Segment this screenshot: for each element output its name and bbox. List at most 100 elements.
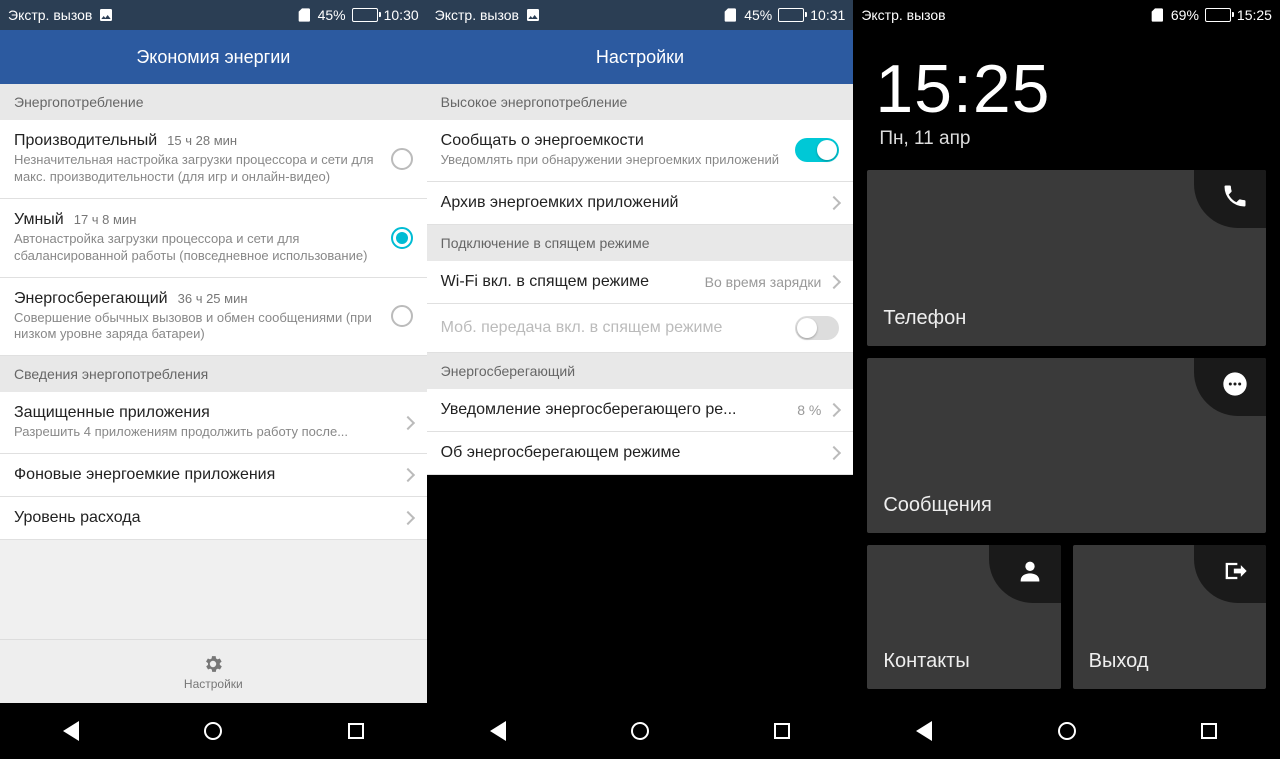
sim-icon [1149,7,1165,23]
chevron-right-icon [401,511,415,525]
status-bar: Экстр. вызов 45% 10:31 [427,0,854,30]
nav-recent-button[interactable] [1185,707,1233,755]
mode-smart[interactable]: Умный 17 ч 8 мин Автонастройка загрузки п… [0,199,427,278]
row-intensive-archive[interactable]: Архив энергоемких приложений [427,182,854,225]
status-bar: Экстр. вызов 69% 15:25 [853,0,1280,30]
battery-icon [778,8,804,22]
tile-phone[interactable]: Телефон [867,170,1266,346]
row-title: Об энергосберегающем режиме [441,444,830,462]
mode-desc: Совершение обычных вызовов и обмен сообщ… [14,310,391,344]
battery-icon [352,8,378,22]
row-desc: Уведомлять при обнаружении энергоемких п… [441,152,796,169]
tile-contacts[interactable]: Контакты [867,545,1060,689]
tile-icon-corner [1194,170,1266,228]
tile-label: Контакты [883,650,1044,673]
row-wifi-sleep[interactable]: Wi-Fi вкл. в спящем режиме Во время заря… [427,261,854,304]
mode-desc: Незначительная настройка загрузки процес… [14,152,391,186]
mode-power-saving[interactable]: Энергосберегающий36 ч 25 мин Совершение … [0,278,427,357]
chevron-right-icon [401,416,415,430]
sim-icon [722,7,738,23]
chevron-right-icon [827,275,841,289]
bottom-settings-label: Настройки [184,677,243,691]
section-high-consumption: Высокое энергопотребление [427,84,854,120]
mode-time: 17 ч 8 мин [74,212,137,227]
section-consumption: Энергопотребление [0,84,427,120]
mode-title: Умный [14,211,64,229]
row-desc: Разрешить 4 приложениям продолжить работ… [14,424,403,441]
row-title: Фоновые энергоемкие приложения [14,466,403,484]
mode-time: 15 ч 28 мин [167,133,237,148]
row-title: Уведомление энергосберегающего ре... [441,401,798,419]
row-saver-notification[interactable]: Уведомление энергосберегающего ре... 8 % [427,389,854,432]
section-power-saver: Энергосберегающий [427,353,854,389]
mode-performance[interactable]: Производительный 15 ч 28 мин Незначительн… [0,120,427,199]
battery-percent: 45% [318,7,346,23]
chevron-right-icon [401,468,415,482]
nav-home-button[interactable] [1043,707,1091,755]
tile-exit[interactable]: Выход [1073,545,1266,689]
row-notify-intensive[interactable]: Сообщать о энергоемкости Уведомлять при … [427,120,854,182]
row-title: Защищенные приложения [14,404,403,422]
clock-label: 10:30 [384,7,419,23]
phone-icon [1221,182,1249,210]
nav-back-button[interactable] [47,707,95,755]
row-mobile-data-sleep: Моб. передача вкл. в спящем режиме [427,304,854,353]
clock-label: 15:25 [1237,7,1272,23]
section-sleep-connection: Подключение в спящем режиме [427,225,854,261]
page-title: Экономия энергии [0,30,427,84]
phone-3-lockscreen: Экстр. вызов 69% 15:25 15:25 Пн, 11 апр … [853,0,1280,759]
row-title: Архив энергоемких приложений [441,194,830,212]
mode-title: Производительный [14,132,157,150]
tile-label: Выход [1089,650,1250,673]
nav-back-button[interactable] [474,707,522,755]
row-background-apps[interactable]: Фоновые энергоемкие приложения [0,454,427,497]
battery-icon [1205,8,1231,22]
mode-title: Энергосберегающий [14,290,168,308]
nav-home-button[interactable] [189,707,237,755]
radio-unselected[interactable] [391,305,413,327]
chevron-right-icon [827,403,841,417]
phone-2-settings: Экстр. вызов 45% 10:31 Настройки Высокое… [427,0,854,759]
section-details: Сведения энергопотребления [0,356,427,392]
person-icon [1016,557,1044,585]
nav-home-button[interactable] [616,707,664,755]
nav-recent-button[interactable] [758,707,806,755]
row-value: Во время зарядки [705,274,822,290]
toggle-off-disabled [795,316,839,340]
gear-icon [202,653,224,675]
radio-selected[interactable] [391,227,413,249]
nav-bar [427,703,854,759]
nav-recent-button[interactable] [332,707,380,755]
radio-unselected[interactable] [391,148,413,170]
tile-label: Сообщения [883,494,1250,517]
lock-date: Пн, 11 апр [853,128,1280,170]
picture-icon [525,7,541,23]
battery-percent: 45% [744,7,772,23]
carrier-label: Экстр. вызов [8,7,92,23]
sim-icon [296,7,312,23]
bottom-settings-button[interactable]: Настройки [0,639,427,703]
toggle-on[interactable] [795,138,839,162]
tile-label: Телефон [883,307,1250,330]
tile-messages[interactable]: Сообщения [867,358,1266,534]
clock-label: 10:31 [810,7,845,23]
picture-icon [98,7,114,23]
chevron-right-icon [827,196,841,210]
battery-percent: 69% [1171,7,1199,23]
row-usage-level[interactable]: Уровень расхода [0,497,427,540]
nav-back-button[interactable] [900,707,948,755]
row-title: Wi-Fi вкл. в спящем режиме [441,273,705,291]
lock-clock: 15:25 [853,30,1280,128]
mode-desc: Автонастройка загрузки процессора и сети… [14,231,391,265]
message-icon [1221,370,1249,398]
nav-bar [0,703,427,759]
row-value: 8 % [797,402,821,418]
tile-icon-corner [989,545,1061,603]
carrier-label: Экстр. вызов [861,7,945,23]
row-protected-apps[interactable]: Защищенные приложения Разрешить 4 прилож… [0,392,427,454]
page-title: Настройки [427,30,854,84]
row-about-saver[interactable]: Об энергосберегающем режиме [427,432,854,475]
row-title: Моб. передача вкл. в спящем режиме [441,319,796,337]
exit-icon [1221,557,1249,585]
row-title: Сообщать о энергоемкости [441,132,796,150]
